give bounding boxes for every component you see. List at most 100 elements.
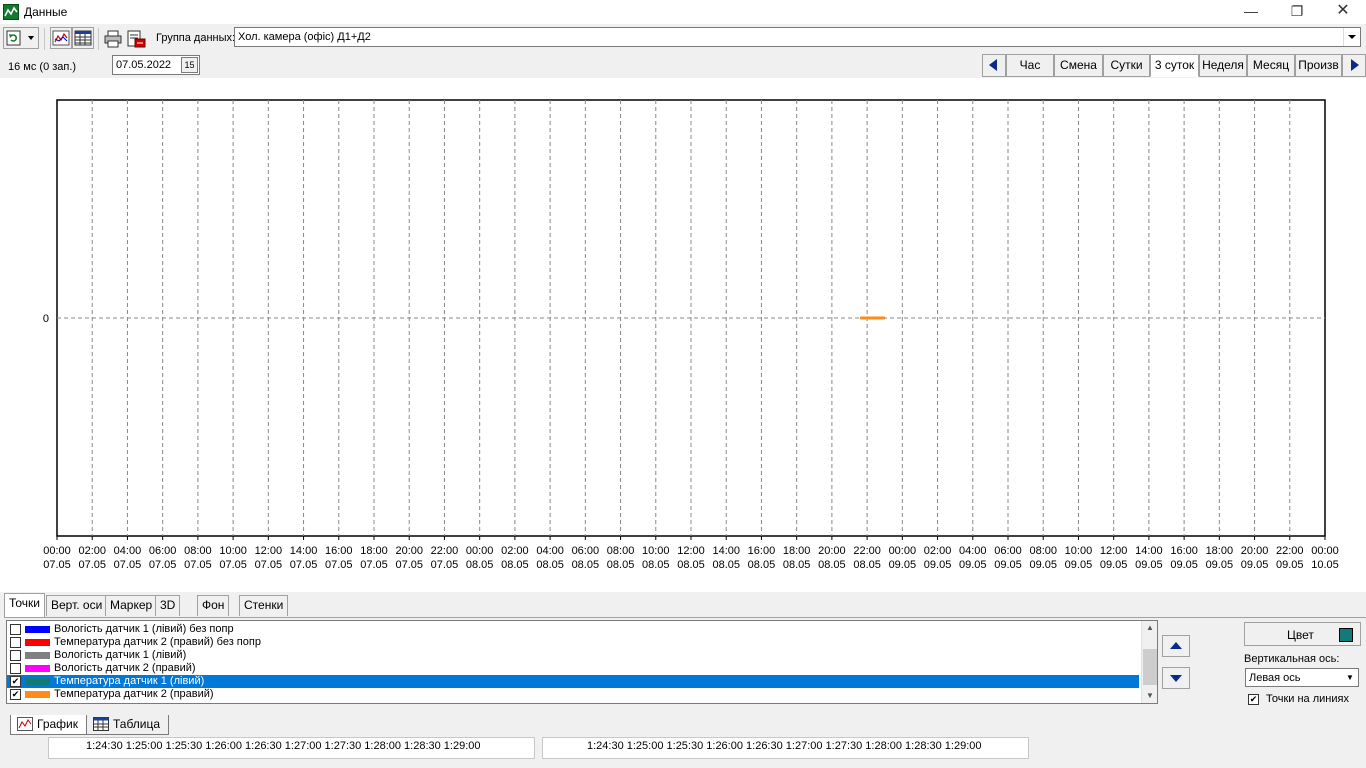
chart-area[interactable]: 00:00 07.05 02:00 07.05 04:00 07.05 06:00 07.05… (0, 78, 1366, 592)
print-button[interactable] (102, 27, 124, 49)
series-row[interactable]: Вологість датчик 1 (лівий) (7, 649, 1139, 662)
x-tick-label-date: 07.05 (78, 559, 106, 571)
series-checkbox[interactable] (10, 624, 21, 635)
tab-graph[interactable]: График (10, 715, 87, 735)
series-row[interactable]: Вологість датчик 2 (правий) (7, 662, 1139, 675)
time-strip-left-text: 1:24:30 1:25:00 1:25:30 1:26:00 1:26:30 … (86, 740, 481, 752)
options-tab-2[interactable]: Маркер (105, 595, 158, 616)
period-bar: 16 мс (0 зап.) 07.05.2022 15 Час Смена Сут… (0, 53, 1366, 77)
x-tick-label-date: 08.05 (712, 559, 740, 571)
x-tick-label-date: 07.05 (255, 559, 283, 571)
period-button-2[interactable]: Сутки (1103, 54, 1150, 77)
period-button-6[interactable]: Произв (1295, 54, 1342, 77)
x-tick-label-date: 08.05 (783, 559, 811, 571)
period-button-3[interactable]: 3 суток (1150, 54, 1199, 77)
options-tab-1[interactable]: Верт. оси (46, 595, 108, 616)
period-button-4[interactable]: Неделя (1199, 54, 1247, 77)
prev-period-button[interactable] (982, 54, 1006, 77)
x-tick-label-time: 10:00 (1065, 545, 1093, 557)
close-button[interactable]: ✕ (1320, 0, 1366, 24)
series-color-swatch (25, 691, 50, 698)
vertical-axis-label: Вертикальная ось: (1244, 653, 1340, 665)
series-checkbox[interactable]: ✔ (10, 676, 21, 687)
x-tick-label-time: 00:00 (43, 545, 71, 557)
x-tick-label-time: 06:00 (149, 545, 177, 557)
series-row[interactable]: ✔ Температура датчик 2 (правий) (7, 688, 1139, 701)
arrow-up-icon (1170, 642, 1182, 649)
series-label: Температура датчик 2 (правий) без попр (54, 636, 261, 648)
period-button-5[interactable]: Месяц (1247, 54, 1295, 77)
x-tick-label-time: 00:00 (889, 545, 917, 557)
series-label: Вологість датчик 2 (правий) (54, 662, 196, 674)
series-checkbox[interactable] (10, 663, 21, 674)
scroll-down-icon[interactable]: ▼ (1142, 689, 1157, 703)
x-tick-label-time: 12:00 (677, 545, 705, 557)
calendar-icon[interactable]: 15 (181, 57, 198, 73)
x-tick-label-time: 02:00 (924, 545, 952, 557)
series-row[interactable]: ✔ Температура датчик 1 (лівий) (7, 675, 1139, 688)
x-tick-label-time: 12:00 (1100, 545, 1128, 557)
points-on-lines-checkbox[interactable]: ✔ (1248, 694, 1259, 705)
options-tab-4[interactable]: Фон (197, 595, 230, 616)
series-row[interactable]: Температура датчик 2 (правий) без попр (7, 636, 1139, 649)
series-label: Температура датчик 1 (лівий) (54, 675, 207, 688)
x-tick-label-date: 08.05 (466, 559, 494, 571)
options-tab-3[interactable]: 3D (155, 595, 181, 616)
x-tick-label-time: 14:00 (290, 545, 318, 557)
table-icon (93, 717, 109, 731)
x-tick-label-time: 16:00 (748, 545, 776, 557)
datagroup-label: Группа данных: (156, 32, 236, 44)
tab-table-label: Таблица (113, 717, 161, 731)
scroll-thumb[interactable] (1143, 649, 1157, 685)
x-tick-label-date: 09.05 (994, 559, 1022, 571)
table-view-button[interactable] (72, 27, 94, 49)
printer-icon (104, 30, 122, 48)
x-tick-label-date: 07.05 (114, 559, 142, 571)
scroll-up-icon[interactable]: ▲ (1142, 621, 1157, 635)
app-icon (3, 4, 19, 20)
x-tick-label-date: 08.05 (607, 559, 635, 571)
move-up-button[interactable] (1162, 635, 1190, 657)
series-checkbox[interactable] (10, 637, 21, 648)
maximize-button[interactable]: ❐ (1274, 0, 1320, 24)
period-button-1[interactable]: Смена (1054, 54, 1103, 77)
x-tick-label-date: 08.05 (642, 559, 670, 571)
date-field[interactable]: 07.05.2022 15 (112, 55, 200, 75)
next-period-button[interactable] (1342, 54, 1366, 77)
options-tab-5[interactable]: Стенки (239, 595, 289, 616)
series-checkbox[interactable]: ✔ (10, 689, 21, 700)
x-tick-label-date: 08.05 (748, 559, 776, 571)
options-tab-0[interactable]: Точки (4, 593, 46, 617)
color-button[interactable]: Цвет (1244, 622, 1361, 646)
options-panel: Вологість датчик 1 (лівий) без попр Темпе… (0, 593, 1366, 713)
list-scrollbar[interactable]: ▲ ▼ (1141, 621, 1157, 703)
tab-body: Вологість датчик 1 (лівий) без попр Темпе… (4, 617, 1366, 713)
chevron-down-icon[interactable]: ▼ (1342, 669, 1358, 686)
graph-view-button[interactable] (50, 27, 72, 49)
x-tick-label-time: 00:00 (466, 545, 494, 557)
x-tick-label-time: 14:00 (712, 545, 740, 557)
x-tick-label-time: 22:00 (431, 545, 459, 557)
series-color-swatch (25, 639, 50, 646)
datagroup-value: Хол. камера (офіс) Д1+Д2 (238, 31, 371, 43)
x-tick-label-time: 10:00 (219, 545, 247, 557)
refresh-button[interactable] (3, 27, 39, 49)
x-tick-label-date: 09.05 (1276, 559, 1304, 571)
datagroup-select[interactable]: Хол. камера (офіс) Д1+Д2 (234, 27, 1361, 47)
chevron-down-icon[interactable] (1343, 28, 1360, 46)
chart-icon (17, 717, 33, 731)
move-down-button[interactable] (1162, 667, 1190, 689)
minimize-button[interactable]: — (1228, 0, 1274, 24)
period-button-0[interactable]: Час (1006, 54, 1054, 77)
series-row[interactable]: Вологість датчик 1 (лівий) без попр (7, 623, 1139, 636)
time-strip-right: 1:24:30 1:25:00 1:25:30 1:26:00 1:26:30 … (542, 737, 1029, 759)
tab-table[interactable]: Таблица (86, 715, 170, 735)
vertical-axis-select[interactable]: Левая ось ▼ (1245, 668, 1359, 687)
export-button[interactable] (124, 27, 148, 49)
x-tick-label-date: 09.05 (1065, 559, 1093, 571)
x-tick-label-time: 06:00 (572, 545, 600, 557)
series-label: Температура датчик 2 (правий) (54, 688, 214, 700)
series-checkbox[interactable] (10, 650, 21, 661)
x-tick-label-time: 20:00 (395, 545, 423, 557)
series-list[interactable]: Вологість датчик 1 (лівий) без попр Темпе… (6, 620, 1158, 704)
